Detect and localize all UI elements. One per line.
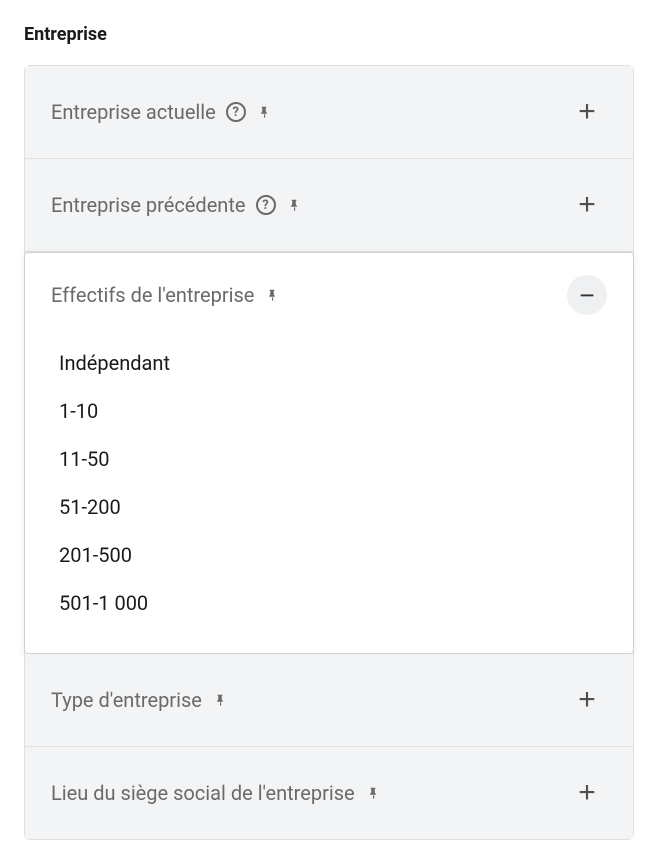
collapse-button[interactable]: − [567,275,607,315]
filter-label-headcount: Effectifs de l'entreprise [51,283,254,307]
filter-label-past-company: Entreprise précédente [51,193,246,217]
filter-label-type: Type d'entreprise [51,688,202,712]
option-item[interactable]: 501-1 000 [59,579,607,627]
filter-left-group: Effectifs de l'entreprise [51,283,280,307]
filter-current-company[interactable]: Entreprise actuelle ? + [25,66,633,159]
pin-icon[interactable] [256,104,272,120]
expand-button[interactable]: + [567,92,607,132]
help-icon[interactable]: ? [256,195,276,215]
filter-container: Entreprise actuelle ? + Entreprise précé… [24,65,634,840]
expand-button[interactable]: + [567,773,607,813]
option-item[interactable]: 11-50 [59,435,607,483]
pin-icon[interactable] [365,785,381,801]
filter-left-group: Entreprise précédente ? [51,193,302,217]
expand-button[interactable]: + [567,185,607,225]
help-icon[interactable]: ? [226,102,246,122]
expand-button[interactable]: + [567,680,607,720]
pin-icon[interactable] [286,197,302,213]
filter-label-current-company: Entreprise actuelle [51,100,216,124]
options-list: Indépendant 1-10 11-50 51-200 201-500 50… [25,331,633,653]
filter-header[interactable]: Effectifs de l'entreprise − [25,253,633,331]
filter-left-group: Type d'entreprise [51,688,228,712]
filter-headcount: Effectifs de l'entreprise − Indépendant … [24,252,634,654]
pin-icon[interactable] [264,287,280,303]
filter-type[interactable]: Type d'entreprise + [25,654,633,747]
option-item[interactable]: Indépendant [59,339,607,387]
option-item[interactable]: 51-200 [59,483,607,531]
option-item[interactable]: 1-10 [59,387,607,435]
filter-left-group: Lieu du siège social de l'entreprise [51,781,381,805]
filter-left-group: Entreprise actuelle ? [51,100,272,124]
filter-hq-location[interactable]: Lieu du siège social de l'entreprise + [25,747,633,839]
filter-label-hq-location: Lieu du siège social de l'entreprise [51,781,355,805]
filter-past-company[interactable]: Entreprise précédente ? + [25,159,633,252]
pin-icon[interactable] [212,692,228,708]
option-item[interactable]: 201-500 [59,531,607,579]
section-title: Entreprise [24,24,634,45]
